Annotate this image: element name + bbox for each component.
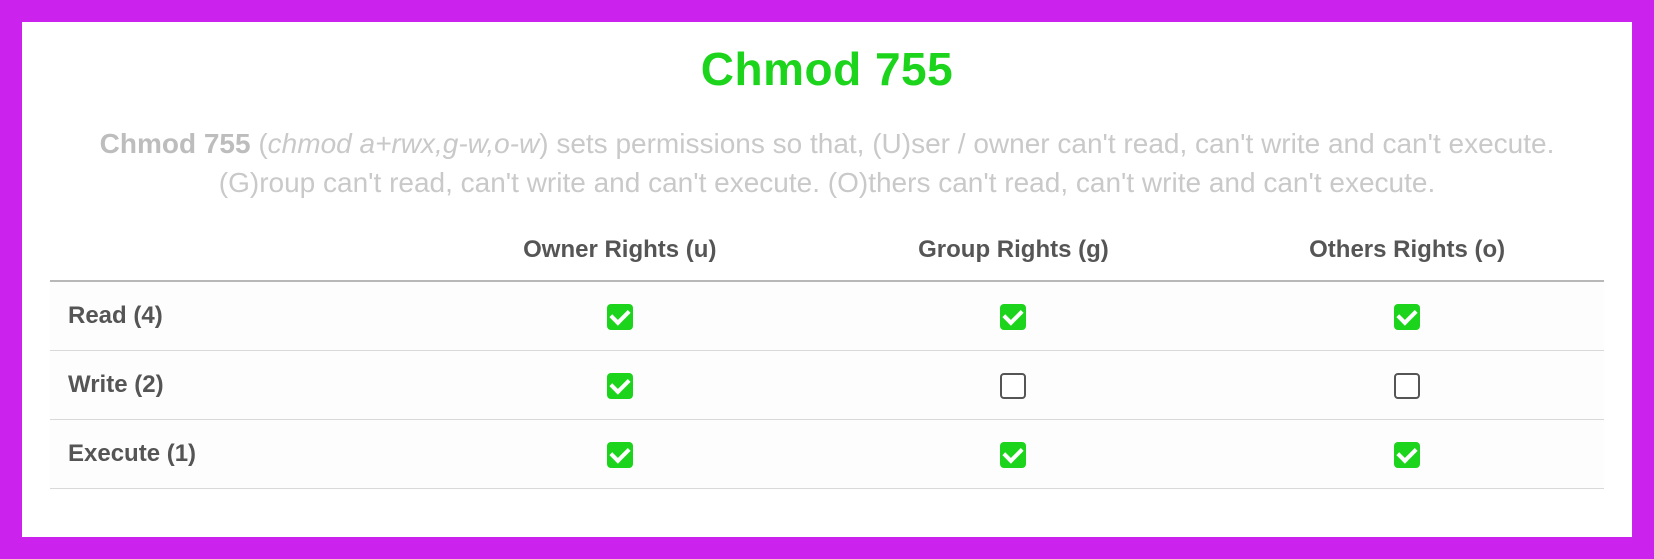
checkbox-execute-owner[interactable] [607,442,633,468]
table-header-row: Owner Rights (u) Group Rights (g) Others… [50,222,1604,281]
table-row: Read (4) [50,281,1604,351]
desc-lead: Chmod 755 [100,128,251,159]
th-group: Group Rights (g) [817,222,1211,281]
page-title: Chmod 755 [50,42,1604,96]
description: Chmod 755 (chmod a+rwx,g-w,o-w) sets per… [54,124,1600,202]
table-row: Execute (1) [50,420,1604,489]
checkbox-write-group[interactable] [1000,373,1026,399]
row-label: Execute (1) [50,420,423,489]
checkbox-write-owner[interactable] [607,373,633,399]
checkbox-execute-others[interactable] [1394,442,1420,468]
row-label: Write (2) [50,351,423,420]
th-blank [50,222,423,281]
desc-paren-open: ( [251,128,268,159]
permissions-table: Owner Rights (u) Group Rights (g) Others… [50,222,1604,489]
checkbox-write-others[interactable] [1394,373,1420,399]
desc-symbolic: chmod a+rwx,g-w,o-w [268,128,540,159]
card: Chmod 755 Chmod 755 (chmod a+rwx,g-w,o-w… [22,22,1632,537]
checkbox-execute-group[interactable] [1000,442,1026,468]
checkbox-read-group[interactable] [1000,304,1026,330]
th-others: Others Rights (o) [1210,222,1604,281]
row-label: Read (4) [50,281,423,351]
table-row: Write (2) [50,351,1604,420]
th-owner: Owner Rights (u) [423,222,817,281]
checkbox-read-owner[interactable] [607,304,633,330]
checkbox-read-others[interactable] [1394,304,1420,330]
